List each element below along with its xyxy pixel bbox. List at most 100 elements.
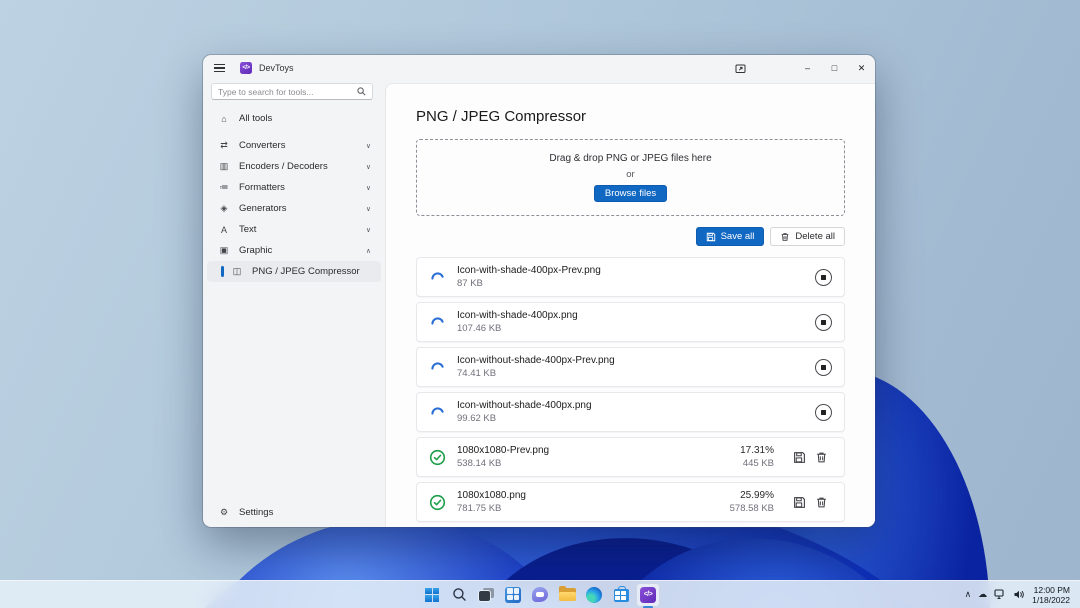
devtoys-icon: </> bbox=[640, 587, 656, 603]
edge-button[interactable] bbox=[582, 583, 606, 607]
chat-button[interactable] bbox=[528, 583, 552, 607]
generators-icon: ◈ bbox=[218, 203, 230, 214]
encoders-icon: ▥ bbox=[218, 161, 230, 172]
sidebar-item-label: PNG / JPEG Compressor bbox=[252, 266, 360, 277]
file-name: Icon-with-shade-400px-Prev.png bbox=[457, 265, 815, 276]
graphic-icon: ▣ bbox=[218, 245, 230, 256]
close-button[interactable]: ✕ bbox=[848, 55, 875, 81]
save-file-button[interactable] bbox=[788, 491, 810, 513]
sidebar-item-graphic[interactable]: ▣ Graphic ∧ bbox=[207, 240, 381, 261]
onedrive-cloud-icon[interactable]: ☁ bbox=[978, 589, 987, 600]
selected-indicator bbox=[221, 266, 224, 277]
taskbar: </> ∧ ☁ 12:00 PM 1/18/2022 bbox=[0, 580, 1080, 608]
file-name: Icon-without-shade-400px.png bbox=[457, 400, 815, 411]
task-view-icon bbox=[479, 588, 494, 601]
progress-spinner-icon bbox=[429, 269, 446, 286]
compressed-size: 578.58 KB bbox=[730, 503, 774, 514]
cancel-compression-button[interactable] bbox=[815, 404, 832, 421]
titlebar: </> DevToys – □ ✕ bbox=[203, 55, 875, 81]
sidebar-item-encoders-decoders[interactable]: ▥ Encoders / Decoders ∨ bbox=[207, 156, 381, 177]
sidebar-item-label: All tools bbox=[239, 113, 272, 124]
sidebar-item-label: Graphic bbox=[239, 245, 272, 256]
progress-spinner-icon bbox=[429, 404, 446, 421]
task-view-button[interactable] bbox=[474, 583, 498, 607]
volume-icon[interactable] bbox=[1013, 589, 1025, 600]
chevron-down-icon: ∨ bbox=[366, 226, 371, 234]
sidebar: ⌂ All tools ⇄ Converters ∨ ▥ Encoders / … bbox=[203, 81, 385, 527]
bulk-actions: Save all Delete all bbox=[416, 227, 845, 246]
progress-spinner-icon bbox=[429, 314, 446, 331]
minimize-button[interactable]: – bbox=[794, 55, 821, 81]
chevron-down-icon: ∨ bbox=[366, 205, 371, 213]
sidebar-item-text[interactable]: A Text ∨ bbox=[207, 219, 381, 240]
file-size: 538.14 KB bbox=[457, 458, 740, 469]
file-dropzone[interactable]: Drag & drop PNG or JPEG files here or Br… bbox=[416, 139, 845, 216]
file-explorer-button[interactable] bbox=[555, 583, 579, 607]
save-icon bbox=[793, 451, 806, 464]
converters-icon: ⇄ bbox=[218, 140, 230, 151]
chevron-down-icon: ∨ bbox=[366, 163, 371, 171]
search-icon bbox=[452, 587, 467, 602]
tool-search-box[interactable] bbox=[211, 83, 373, 100]
browse-files-button[interactable]: Browse files bbox=[594, 185, 667, 202]
sidebar-item-converters[interactable]: ⇄ Converters ∨ bbox=[207, 135, 381, 156]
compression-percent: 25.99% bbox=[740, 490, 774, 501]
widgets-icon bbox=[505, 587, 521, 603]
maximize-button[interactable]: □ bbox=[821, 55, 848, 81]
dropzone-or-text: or bbox=[626, 169, 634, 180]
sidebar-item-label: Settings bbox=[239, 507, 273, 518]
network-icon[interactable] bbox=[994, 589, 1006, 600]
file-size: 74.41 KB bbox=[457, 368, 815, 379]
image-compressor-icon: ◫ bbox=[231, 266, 243, 277]
cancel-compression-button[interactable] bbox=[815, 359, 832, 376]
file-row: 1080x1080.png781.75 KB 25.99%578.58 KB bbox=[416, 482, 845, 522]
file-name: Icon-with-shade-400px.png bbox=[457, 310, 815, 321]
file-row: Icon-without-shade-400px-Prev.png74.41 K… bbox=[416, 347, 845, 387]
chevron-down-icon: ∨ bbox=[366, 142, 371, 150]
chevron-down-icon: ∨ bbox=[366, 184, 371, 192]
search-icon bbox=[357, 87, 366, 96]
sidebar-item-label: Formatters bbox=[239, 182, 285, 193]
cancel-compression-button[interactable] bbox=[815, 314, 832, 331]
windows-logo-icon bbox=[425, 588, 439, 602]
sidebar-item-label: Text bbox=[239, 224, 256, 235]
save-all-button[interactable]: Save all bbox=[696, 227, 765, 246]
file-name: 1080x1080-Prev.png bbox=[457, 445, 740, 456]
sidebar-item-generators[interactable]: ◈ Generators ∨ bbox=[207, 198, 381, 219]
success-check-icon bbox=[429, 449, 446, 466]
delete-file-button[interactable] bbox=[810, 446, 832, 468]
widgets-button[interactable] bbox=[501, 583, 525, 607]
edge-icon bbox=[586, 587, 602, 603]
hamburger-menu-icon[interactable] bbox=[212, 59, 234, 77]
file-size: 87 KB bbox=[457, 278, 815, 289]
formatters-icon: ≔ bbox=[218, 182, 230, 193]
devtoys-taskbar-button[interactable]: </> bbox=[636, 583, 660, 607]
sidebar-item-all-tools[interactable]: ⌂ All tools bbox=[207, 108, 381, 129]
trash-icon bbox=[780, 232, 790, 242]
chevron-up-icon: ∧ bbox=[366, 247, 371, 255]
taskbar-search-button[interactable] bbox=[447, 583, 471, 607]
sidebar-item-settings[interactable]: ⚙ Settings bbox=[207, 502, 381, 523]
folder-icon bbox=[559, 588, 576, 601]
save-file-button[interactable] bbox=[788, 446, 810, 468]
start-button[interactable] bbox=[420, 583, 444, 607]
text-tool-icon: A bbox=[218, 225, 230, 235]
cancel-compression-button[interactable] bbox=[815, 269, 832, 286]
store-button[interactable] bbox=[609, 583, 633, 607]
hidden-icons-chevron[interactable]: ∧ bbox=[965, 589, 972, 600]
trash-icon bbox=[815, 496, 828, 509]
search-input[interactable] bbox=[218, 87, 357, 97]
page-title: PNG / JPEG Compressor bbox=[416, 108, 845, 125]
compact-overlay-button[interactable] bbox=[727, 55, 754, 81]
dropzone-text: Drag & drop PNG or JPEG files here bbox=[549, 153, 711, 164]
home-icon: ⌂ bbox=[218, 114, 230, 124]
sidebar-item-png-jpeg-compressor[interactable]: ◫ PNG / JPEG Compressor bbox=[207, 261, 381, 282]
file-row: Icon-without-shade-400px.png99.62 KB bbox=[416, 392, 845, 432]
delete-all-button[interactable]: Delete all bbox=[770, 227, 845, 246]
sidebar-item-label: Generators bbox=[239, 203, 287, 214]
file-row: 1080x1080-Prev.png538.14 KB 17.31%445 KB bbox=[416, 437, 845, 477]
delete-file-button[interactable] bbox=[810, 491, 832, 513]
sidebar-item-formatters[interactable]: ≔ Formatters ∨ bbox=[207, 177, 381, 198]
store-icon bbox=[614, 589, 629, 602]
taskbar-clock[interactable]: 12:00 PM 1/18/2022 bbox=[1032, 585, 1070, 605]
